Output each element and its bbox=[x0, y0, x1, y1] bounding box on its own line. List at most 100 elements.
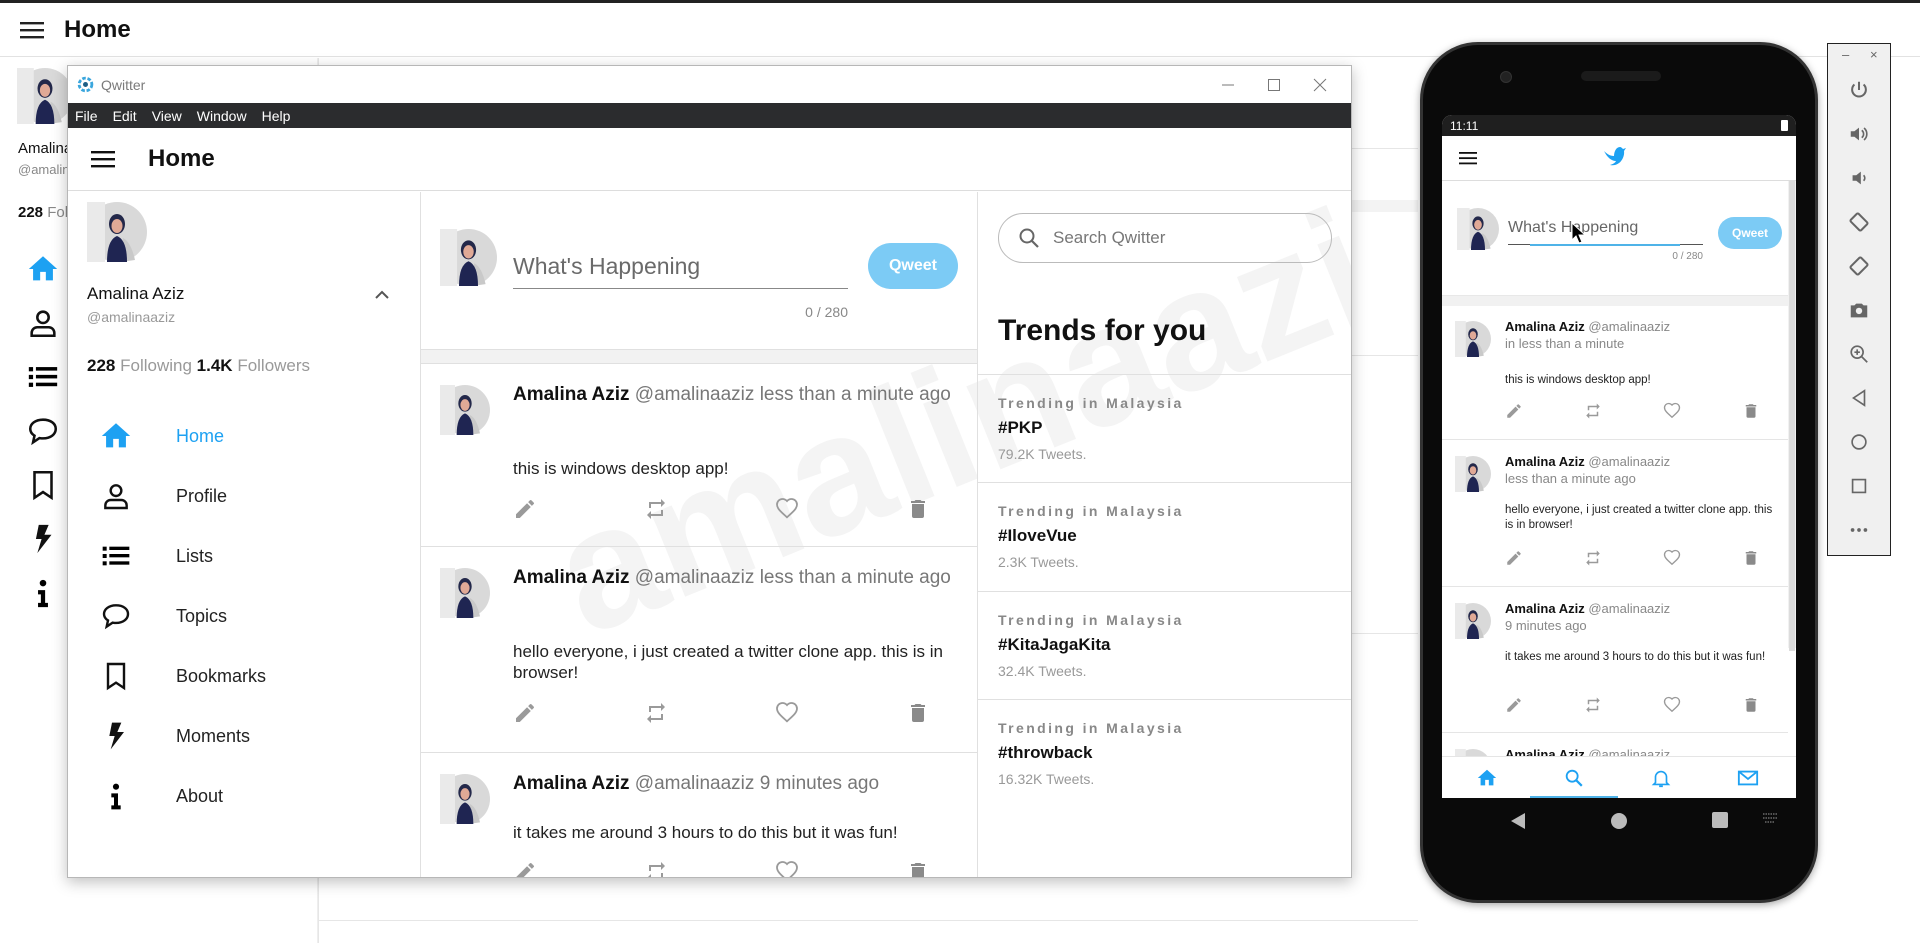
toolbar-minimize-button[interactable]: – bbox=[1842, 47, 1849, 62]
close-button[interactable] bbox=[1297, 66, 1343, 103]
recents-icon[interactable] bbox=[1712, 812, 1728, 828]
followers-label[interactable]: Followers bbox=[237, 356, 310, 375]
delete-icon[interactable] bbox=[906, 701, 930, 725]
menu-view[interactable]: View bbox=[152, 108, 182, 124]
search-box[interactable] bbox=[998, 213, 1332, 263]
search-input[interactable] bbox=[1053, 228, 1313, 248]
qweet-button[interactable]: Qweet bbox=[1718, 217, 1782, 249]
like-icon[interactable] bbox=[1663, 549, 1681, 567]
following-label[interactable]: Following bbox=[120, 356, 192, 375]
tweet-author[interactable]: Amalina Aziz bbox=[513, 384, 630, 405]
tweet-input[interactable] bbox=[513, 244, 848, 289]
power-button[interactable] bbox=[1828, 72, 1890, 108]
sidebar-item-lists[interactable]: Lists bbox=[88, 530, 398, 582]
volume-down-button[interactable] bbox=[1828, 160, 1890, 196]
like-icon[interactable] bbox=[775, 497, 799, 521]
menu-icon[interactable] bbox=[91, 150, 115, 168]
delete-icon[interactable] bbox=[1742, 696, 1760, 714]
scrollbar-thumb[interactable] bbox=[1789, 181, 1795, 651]
trend-item[interactable]: Trending in Malaysia #PKP 79.2K Tweets. bbox=[978, 374, 1351, 482]
sidebar-item-profile[interactable]: Profile bbox=[88, 470, 398, 522]
tweet-actions bbox=[1505, 402, 1775, 420]
sidebar-item-topics[interactable]: Topics bbox=[88, 590, 398, 642]
avatar[interactable] bbox=[1455, 603, 1491, 639]
retweet-icon[interactable] bbox=[644, 860, 668, 878]
sidebar-item-about[interactable]: About bbox=[88, 770, 398, 822]
bell-icon[interactable] bbox=[1650, 767, 1672, 789]
avatar[interactable] bbox=[87, 202, 147, 262]
toolbar-close-button[interactable]: × bbox=[1870, 47, 1878, 62]
search-icon[interactable] bbox=[1563, 767, 1585, 789]
overview-button[interactable] bbox=[1828, 468, 1890, 504]
info-icon[interactable] bbox=[26, 576, 60, 610]
like-icon[interactable] bbox=[775, 701, 799, 725]
delete-icon[interactable] bbox=[906, 860, 930, 878]
home-icon[interactable] bbox=[26, 252, 60, 286]
trend-item[interactable]: Trending in Malaysia #KitaJagaKita 32.4K… bbox=[978, 591, 1351, 699]
retweet-icon[interactable] bbox=[1584, 696, 1602, 714]
avatar[interactable] bbox=[440, 568, 490, 618]
retweet-icon[interactable] bbox=[644, 701, 668, 725]
home-circle-icon[interactable] bbox=[1610, 812, 1628, 830]
avatar[interactable] bbox=[440, 774, 490, 824]
zoom-button[interactable] bbox=[1828, 336, 1890, 372]
window-titlebar[interactable]: Qwitter bbox=[68, 66, 1351, 103]
trend-item[interactable]: Trending in Malaysia #IloveVue 2.3K Twee… bbox=[978, 482, 1351, 590]
menu-icon[interactable] bbox=[20, 21, 44, 39]
follow-stats: 228 Following 1.4K Followers bbox=[87, 356, 310, 376]
edit-icon[interactable] bbox=[513, 701, 537, 725]
avatar[interactable] bbox=[1455, 456, 1491, 492]
trend-item[interactable]: Trending in Malaysia #throwback 16.32K T… bbox=[978, 699, 1351, 807]
keyboard-icon[interactable] bbox=[1762, 812, 1778, 824]
bookmark-icon[interactable] bbox=[26, 468, 60, 502]
edit-icon[interactable] bbox=[513, 497, 537, 521]
sidebar-item-home[interactable]: Home bbox=[88, 410, 398, 462]
chat-bubble-icon[interactable] bbox=[26, 414, 60, 448]
edit-icon[interactable] bbox=[513, 860, 537, 878]
home-button[interactable] bbox=[1828, 424, 1890, 460]
tweet-author[interactable]: Amalina Aziz bbox=[513, 567, 630, 588]
menu-window[interactable]: Window bbox=[197, 108, 247, 124]
mail-icon[interactable] bbox=[1737, 767, 1759, 789]
retweet-icon[interactable] bbox=[1584, 402, 1602, 420]
menu-edit[interactable]: Edit bbox=[113, 108, 137, 124]
more-button[interactable] bbox=[1828, 512, 1890, 548]
maximize-button[interactable] bbox=[1251, 66, 1297, 103]
like-icon[interactable] bbox=[775, 860, 799, 878]
chevron-up-icon[interactable] bbox=[373, 286, 391, 304]
volume-up-button[interactable] bbox=[1828, 116, 1890, 152]
tweet-author[interactable]: Amalina Aziz bbox=[513, 773, 630, 794]
edit-icon[interactable] bbox=[1505, 549, 1523, 567]
screenshot-button[interactable] bbox=[1828, 292, 1890, 328]
back-icon[interactable] bbox=[1510, 812, 1526, 830]
back-button[interactable] bbox=[1828, 380, 1890, 416]
rotate-left-icon bbox=[1849, 212, 1869, 232]
sidebar-item-bookmarks[interactable]: Bookmarks bbox=[88, 650, 398, 702]
like-icon[interactable] bbox=[1663, 402, 1681, 420]
delete-icon[interactable] bbox=[1742, 549, 1760, 567]
rotate-left-button[interactable] bbox=[1828, 204, 1890, 240]
list-icon[interactable] bbox=[26, 360, 60, 394]
rotate-right-button[interactable] bbox=[1828, 248, 1890, 284]
delete-icon[interactable] bbox=[1742, 402, 1760, 420]
edit-icon[interactable] bbox=[1505, 696, 1523, 714]
home-icon[interactable] bbox=[1476, 767, 1498, 789]
menu-icon[interactable] bbox=[1459, 151, 1477, 165]
edit-icon[interactable] bbox=[1505, 402, 1523, 420]
composer-separator bbox=[1442, 296, 1788, 306]
scrollbar[interactable] bbox=[1788, 181, 1796, 651]
avatar[interactable] bbox=[440, 385, 490, 435]
phone-tweet-input[interactable] bbox=[1508, 211, 1703, 245]
user-icon[interactable] bbox=[26, 306, 60, 340]
minimize-button[interactable] bbox=[1205, 66, 1251, 103]
like-icon[interactable] bbox=[1663, 696, 1681, 714]
qweet-button[interactable]: Qweet bbox=[868, 243, 958, 289]
menu-help[interactable]: Help bbox=[262, 108, 291, 124]
retweet-icon[interactable] bbox=[1584, 549, 1602, 567]
menu-file[interactable]: File bbox=[75, 108, 98, 124]
retweet-icon[interactable] bbox=[644, 497, 668, 521]
avatar[interactable] bbox=[1455, 321, 1491, 357]
delete-icon[interactable] bbox=[906, 497, 930, 521]
sidebar-item-moments[interactable]: Moments bbox=[88, 710, 398, 762]
lightning-icon[interactable] bbox=[26, 522, 60, 556]
